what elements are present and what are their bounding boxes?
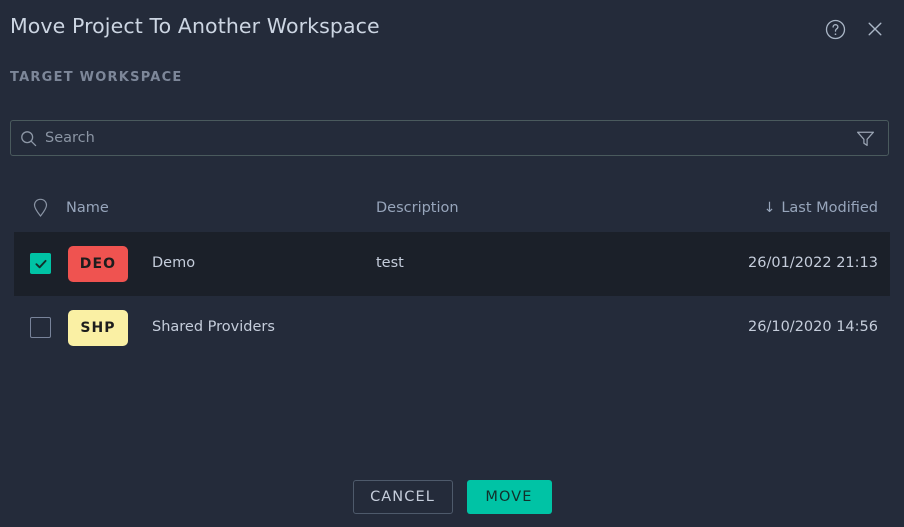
table-row[interactable]: DEO Demo test 26/01/2022 21:13 [14,232,890,296]
row-checkbox[interactable] [30,253,51,274]
search-icon [11,130,45,147]
location-pin-icon [30,197,50,219]
search-input[interactable] [45,121,842,155]
page-title: Move Project To Another Workspace [10,14,380,38]
search-bar[interactable] [10,120,889,156]
filter-funnel-icon[interactable] [842,130,888,147]
section-label-target-workspace: TARGET WORKSPACE [10,70,183,85]
column-header-last-modified[interactable]: ↓ Last Modified [764,200,878,216]
workspace-table: Name Description ↓ Last Modified DEO Dem… [0,186,904,360]
row-last-modified: 26/01/2022 21:13 [748,255,878,271]
dialog-footer: CANCEL MOVE [0,467,904,527]
workspace-badge: SHP [68,310,128,346]
row-name: Shared Providers [152,319,275,335]
table-row[interactable]: SHP Shared Providers 26/10/2020 14:56 [14,296,890,360]
column-header-name[interactable]: Name [66,200,109,216]
row-checkbox[interactable] [30,317,51,338]
workspace-badge: DEO [68,246,128,282]
help-circle-icon[interactable] [824,18,846,40]
move-button[interactable]: MOVE [466,480,552,514]
close-icon[interactable] [864,18,886,40]
table-header-row: Name Description ↓ Last Modified [0,186,904,232]
cancel-button[interactable]: CANCEL [352,480,453,514]
column-header-last-modified-label: Last Modified [781,200,878,216]
sort-descending-arrow-icon: ↓ [763,200,776,216]
row-description: test [376,255,404,271]
header-actions [824,18,886,40]
dialog-header: Move Project To Another Workspace [0,0,904,58]
row-name: Demo [152,255,196,271]
row-last-modified: 26/10/2020 14:56 [748,319,878,335]
column-header-description[interactable]: Description [376,200,459,216]
